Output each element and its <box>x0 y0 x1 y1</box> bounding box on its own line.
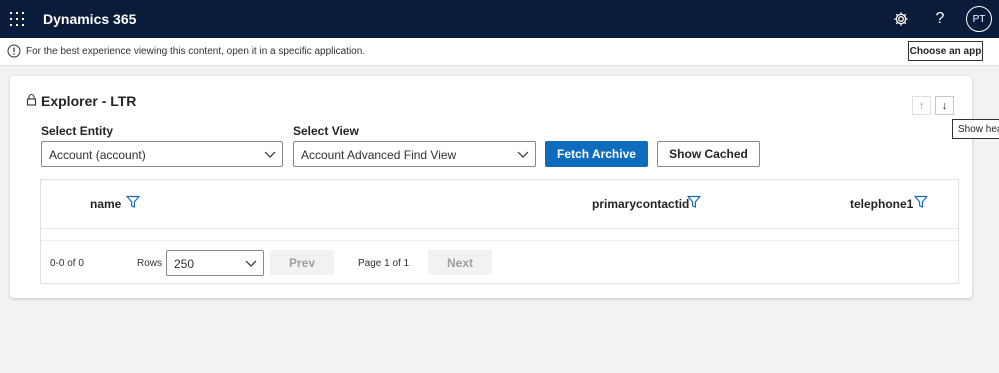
view-label: Select View <box>293 124 359 138</box>
grid-divider <box>41 228 958 229</box>
view-select[interactable]: Account Advanced Find View <box>293 141 536 167</box>
entity-select[interactable]: Account (account) <box>41 141 283 167</box>
entity-label: Select Entity <box>41 124 114 138</box>
view-select-value: Account Advanced Find View <box>301 148 457 162</box>
filter-icon[interactable] <box>914 195 928 209</box>
filter-icon[interactable] <box>687 195 701 209</box>
app-launcher-icon[interactable] <box>10 12 24 26</box>
panel-title: Explorer - LTR <box>41 93 137 109</box>
chevron-down-icon <box>517 151 529 158</box>
chevron-down-icon <box>245 260 257 267</box>
entity-select-value: Account (account) <box>49 148 146 162</box>
help-icon[interactable]: ? <box>929 8 951 30</box>
tooltip: Show header <box>952 119 999 139</box>
choose-app-button[interactable]: Choose an app <box>908 41 983 61</box>
column-header-telephone1[interactable]: telephone1 <box>850 197 913 211</box>
fetch-archive-button[interactable]: Fetch Archive <box>545 141 648 167</box>
column-header-name[interactable]: name <box>90 197 121 211</box>
app-title[interactable]: Dynamics 365 <box>43 11 136 27</box>
rows-label: Rows <box>137 258 163 269</box>
page-info: Page 1 of 1 <box>358 258 410 269</box>
notice-text: For the best experience viewing this con… <box>26 46 366 57</box>
gear-icon[interactable] <box>890 8 912 30</box>
avatar[interactable]: PT <box>966 6 992 32</box>
next-button[interactable]: Next <box>428 250 492 275</box>
filter-icon[interactable] <box>126 195 140 209</box>
info-icon <box>7 44 21 58</box>
column-header-primarycontactid[interactable]: primarycontactid <box>592 197 689 211</box>
grid-divider <box>41 240 958 241</box>
sort-down-button[interactable]: ↓ <box>935 96 954 115</box>
lock-icon <box>26 93 37 106</box>
prev-button[interactable]: Prev <box>270 250 334 275</box>
rows-select[interactable]: 250 <box>166 250 264 276</box>
show-cached-button[interactable]: Show Cached <box>657 141 760 167</box>
chevron-down-icon <box>264 151 276 158</box>
record-range: 0-0 of 0 <box>50 258 84 269</box>
rows-select-value: 250 <box>174 257 195 271</box>
notice-bar: For the best experience viewing this con… <box>0 38 999 66</box>
top-bar: Dynamics 365 ? PT <box>0 0 999 38</box>
sort-up-button[interactable]: ↑ <box>912 96 931 115</box>
